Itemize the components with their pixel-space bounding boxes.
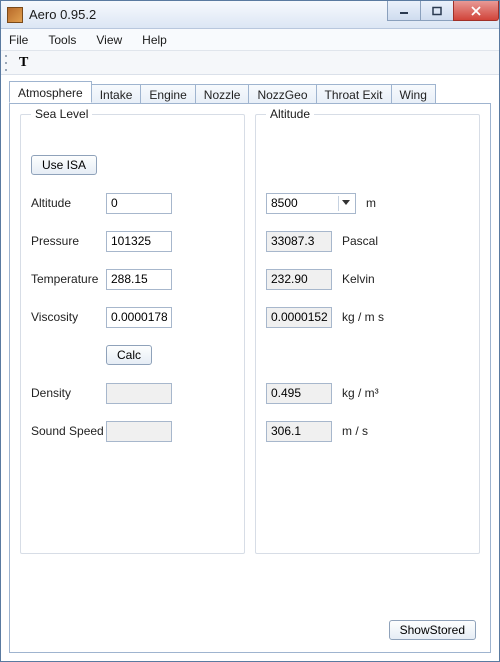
group-sea-level: Sea Level Use ISA Altitude Pressure Temp… [20, 114, 245, 554]
app-icon [7, 7, 23, 23]
output-sl-sound-speed [106, 421, 172, 442]
toolbar: T [1, 51, 499, 75]
unit-altitude: m [366, 196, 376, 210]
menu-help[interactable]: Help [142, 33, 167, 47]
tab-wing[interactable]: Wing [392, 84, 436, 104]
bold-t-icon[interactable]: T [15, 55, 32, 71]
input-sl-viscosity[interactable] [106, 307, 172, 328]
tab-nozzgeo[interactable]: NozzGeo [249, 84, 316, 104]
group-altitude-legend: Altitude [266, 107, 314, 121]
use-isa-button[interactable]: Use ISA [31, 155, 97, 175]
show-stored-button[interactable]: ShowStored [389, 620, 476, 640]
minimize-button[interactable] [387, 1, 421, 21]
window-buttons [388, 1, 499, 28]
output-alt-sound-speed: 306.1 [266, 421, 332, 442]
unit-viscosity: kg / m s [342, 310, 384, 324]
tab-nozzle[interactable]: Nozzle [196, 84, 250, 104]
combo-altitude[interactable]: 8500 [266, 193, 356, 214]
unit-temperature: Kelvin [342, 272, 375, 286]
chevron-down-icon [338, 196, 353, 211]
client-area: Atmosphere Intake Engine Nozzle NozzGeo … [1, 75, 499, 661]
tab-atmosphere[interactable]: Atmosphere [9, 81, 92, 103]
output-alt-temperature: 232.90 [266, 269, 332, 290]
toolbar-grip-icon [5, 55, 11, 71]
label-density: Density [31, 386, 106, 400]
label-temperature: Temperature [31, 272, 106, 286]
menu-view[interactable]: View [96, 33, 122, 47]
unit-sound-speed: m / s [342, 424, 368, 438]
unit-density: kg / m³ [342, 386, 379, 400]
output-alt-density: 0.495 [266, 383, 332, 404]
tabpanel-atmosphere: Sea Level Use ISA Altitude Pressure Temp… [9, 103, 491, 653]
label-sound-speed: Sound Speed [31, 424, 106, 438]
input-sl-pressure[interactable] [106, 231, 172, 252]
menu-file[interactable]: File [9, 33, 28, 47]
maximize-button[interactable] [420, 1, 454, 21]
label-altitude: Altitude [31, 196, 106, 210]
tab-throat-exit[interactable]: Throat Exit [317, 84, 392, 104]
tab-intake[interactable]: Intake [92, 84, 142, 104]
output-sl-density [106, 383, 172, 404]
calc-button[interactable]: Calc [106, 345, 152, 365]
output-alt-viscosity: 0.0000152 [266, 307, 332, 328]
input-sl-altitude[interactable] [106, 193, 172, 214]
tab-engine[interactable]: Engine [141, 84, 195, 104]
output-alt-pressure: 33087.3 [266, 231, 332, 252]
label-viscosity: Viscosity [31, 310, 106, 324]
menu-tools[interactable]: Tools [48, 33, 76, 47]
menubar: File Tools View Help [1, 29, 499, 51]
app-window: Aero 0.95.2 File Tools View Help T Atmos… [0, 0, 500, 662]
titlebar[interactable]: Aero 0.95.2 [1, 1, 499, 29]
label-pressure: Pressure [31, 234, 106, 248]
tabstrip: Atmosphere Intake Engine Nozzle NozzGeo … [9, 81, 491, 103]
unit-pressure: Pascal [342, 234, 378, 248]
input-sl-temperature[interactable] [106, 269, 172, 290]
group-sea-level-legend: Sea Level [31, 107, 92, 121]
group-altitude: Altitude 8500 m 33087.3 Pascal [255, 114, 480, 554]
window-title: Aero 0.95.2 [29, 7, 388, 22]
close-button[interactable] [453, 1, 499, 21]
combo-altitude-value: 8500 [271, 196, 298, 210]
